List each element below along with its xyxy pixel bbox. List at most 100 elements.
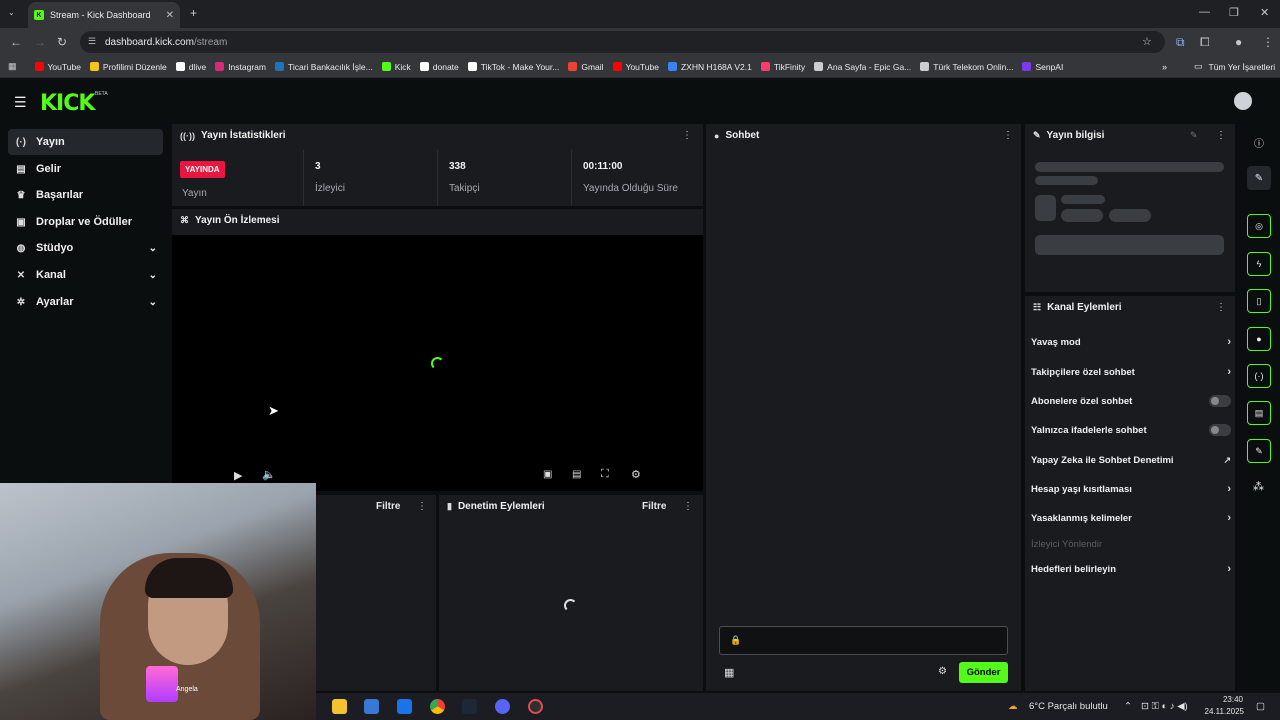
toggle-switch[interactable]	[1209, 424, 1231, 436]
bookmark-item[interactable]: Ana Sayfa - Epic Ga...	[814, 62, 911, 72]
toggle-switch[interactable]	[1209, 395, 1231, 407]
apps-grid-icon[interactable]: ▦	[8, 61, 17, 72]
pip-icon[interactable]: ▣	[543, 469, 552, 480]
back-icon[interactable]: ←	[10, 35, 22, 49]
steam-icon[interactable]	[462, 699, 477, 714]
stream-info-menu-icon[interactable]: ⋮	[1216, 130, 1226, 141]
reload-icon[interactable]: ↻	[57, 35, 67, 49]
edit-layout-icon[interactable]: ✎	[1247, 166, 1271, 190]
sidebar-item-0[interactable]: (·) Yayın	[8, 129, 163, 155]
tray-icons[interactable]: ⊡ ⚿ ◐ ♪ ◀)	[1141, 701, 1188, 712]
activity-filter-button[interactable]: Filtre	[376, 501, 400, 512]
widget-doc-icon[interactable]: ▯	[1247, 289, 1271, 313]
channel-action-row[interactable]: Hesap yaşı kısıtlaması ›	[1031, 479, 1231, 499]
restore-icon[interactable]: ❐	[1229, 6, 1239, 19]
fullscreen-icon[interactable]: ⛶	[601, 468, 609, 481]
kick-logo[interactable]: KICK	[40, 91, 95, 116]
bookmark-item[interactable]: dlive	[175, 62, 206, 72]
file-explorer-icon[interactable]	[332, 699, 347, 714]
bookmark-item[interactable]: donate	[419, 62, 459, 72]
all-bookmarks[interactable]: ▭ Tüm Yer İşaretleri	[1194, 61, 1275, 72]
edit-pencil-icon[interactable]: ✎	[1190, 130, 1198, 141]
channel-action-row[interactable]: Abonelere özel sohbet	[1031, 391, 1231, 411]
chrome-icon[interactable]	[430, 699, 445, 714]
user-avatar[interactable]	[1234, 92, 1252, 110]
chat-message-input[interactable]: 🔒	[719, 626, 1008, 655]
notifications-icon[interactable]: ▢	[1256, 701, 1265, 712]
bookmark-item[interactable]: ZXHN H168A V2.1	[667, 62, 752, 72]
outlook-icon[interactable]	[397, 699, 412, 714]
send-button[interactable]: Gönder	[959, 662, 1008, 683]
widget-bolt-icon[interactable]: ϟ	[1247, 252, 1271, 276]
hamburger-menu-icon[interactable]: ☰	[14, 94, 27, 111]
widget-share-icon[interactable]: ⁂	[1253, 480, 1264, 493]
extensions-icon[interactable]: ⧠	[1200, 35, 1210, 50]
forward-icon[interactable]: →	[34, 35, 46, 49]
bookmark-item[interactable]: TikTok - Make Your...	[467, 62, 559, 72]
widget-broadcast-icon[interactable]: (·)	[1247, 364, 1271, 388]
bookmark-item[interactable]: YouTube	[612, 62, 659, 72]
menu-dots-icon[interactable]: ⋮	[1262, 35, 1274, 49]
bookmark-item[interactable]: Kick	[381, 62, 411, 72]
sidebar-item-label: Stüdyo	[36, 242, 74, 254]
stats-menu-icon[interactable]: ⋮	[682, 130, 692, 141]
bookmark-item[interactable]: SenpAI	[1022, 62, 1063, 72]
discord-icon[interactable]	[495, 699, 510, 714]
tray-chevron-icon[interactable]: ⌃	[1124, 701, 1132, 712]
channel-actions-menu-icon[interactable]: ⋮	[1216, 302, 1226, 313]
chat-menu-icon[interactable]: ⋮	[1003, 130, 1013, 141]
bookmark-item[interactable]: Türk Telekom Onlin...	[920, 62, 1013, 72]
mod-filter-button[interactable]: Filtre	[642, 501, 666, 512]
channel-action-row[interactable]: Yalnızca ifadelerle sohbet	[1031, 420, 1231, 440]
sidebar-item-2[interactable]: ♛ Başarılar	[8, 182, 163, 208]
translate-icon[interactable]: ⧉	[1176, 35, 1185, 50]
widget-wrench-icon[interactable]: ✎	[1247, 439, 1271, 463]
channel-action-row[interactable]: Yapay Zeka ile Sohbet Denetimi ↗	[1031, 450, 1231, 470]
bookmark-item[interactable]: YouTube	[34, 62, 81, 72]
browser-tab-active[interactable]: K Stream - Kick Dashboard ✕	[28, 2, 180, 28]
obs-icon[interactable]	[528, 699, 543, 714]
theatre-icon[interactable]: ▤	[572, 469, 581, 480]
minimize-icon[interactable]: —	[1199, 6, 1210, 18]
store-icon[interactable]	[364, 699, 379, 714]
new-tab-icon[interactable]: +	[190, 6, 197, 20]
channel-action-row[interactable]: Takipçilere özel sohbet ›	[1031, 362, 1231, 382]
stream-preview-player[interactable]: ▶ 🔈 ▣ ▤ ⛶ ⚙	[172, 235, 703, 491]
sidebar-item-5[interactable]: ✕ Kanal ⌄	[8, 262, 163, 288]
activity-menu-icon[interactable]: ⋮	[417, 501, 427, 512]
bookmark-star-icon[interactable]: ☆	[1142, 35, 1152, 48]
widget-preview-icon[interactable]: ▤	[1247, 401, 1271, 425]
settings-gear-icon[interactable]: ⚙	[631, 468, 641, 481]
sidebar-item-6[interactable]: ✲ Ayarlar ⌄	[8, 289, 163, 315]
tab-search-icon[interactable]: ⌄	[8, 8, 15, 17]
weather-text[interactable]: 6°C Parçalı bulutlu	[1029, 701, 1108, 712]
sidebar-item-1[interactable]: ▤ Gelir	[8, 156, 163, 182]
chat-settings-icon[interactable]: ⚙	[938, 666, 947, 677]
close-window-icon[interactable]: ✕	[1260, 6, 1269, 19]
emote-store-icon[interactable]: ▦	[724, 666, 734, 679]
profile-icon[interactable]: ●	[1235, 35, 1242, 49]
play-icon[interactable]: ▶	[234, 469, 242, 482]
sidebar-item-4[interactable]: ◍ Stüdyo ⌄	[8, 235, 163, 261]
more-bookmarks-icon[interactable]: »	[1162, 62, 1167, 72]
channel-action-row[interactable]: Yasaklanmış kelimeler ›	[1031, 508, 1231, 528]
bookmark-item[interactable]: TikFinity	[760, 62, 805, 72]
bookmark-item[interactable]: Gmail	[568, 62, 604, 72]
site-info-icon[interactable]: ☰	[88, 36, 96, 47]
chevron-right-icon: ›	[1227, 483, 1231, 495]
info-icon[interactable]: ⓘ	[1254, 135, 1264, 150]
sidebar-item-3[interactable]: ▣ Droplar ve Ödüller	[8, 209, 163, 235]
bookmark-label: Ticari Bankacılık İşle...	[287, 61, 373, 72]
channel-action-row[interactable]: Hedefleri belirleyin ›	[1031, 559, 1231, 579]
bookmark-item[interactable]: Instagram	[215, 62, 266, 72]
bookmark-item[interactable]: Ticari Bankacılık İşle...	[274, 61, 373, 72]
bookmark-item[interactable]: Profilimi Düzenle	[89, 62, 167, 72]
widget-camera-icon[interactable]: ◎	[1247, 214, 1271, 238]
widget-chat-icon[interactable]: ●	[1247, 327, 1271, 351]
close-tab-icon[interactable]: ✕	[166, 10, 174, 21]
address-bar[interactable]: ☰ dashboard.kick.com/stream ☆	[80, 31, 1165, 53]
mod-menu-icon[interactable]: ⋮	[683, 501, 693, 512]
bookmark-favicon-icon	[274, 62, 284, 71]
channel-action-row[interactable]: Yavaş mod ›	[1031, 332, 1231, 352]
volume-icon[interactable]: 🔈	[262, 468, 276, 481]
